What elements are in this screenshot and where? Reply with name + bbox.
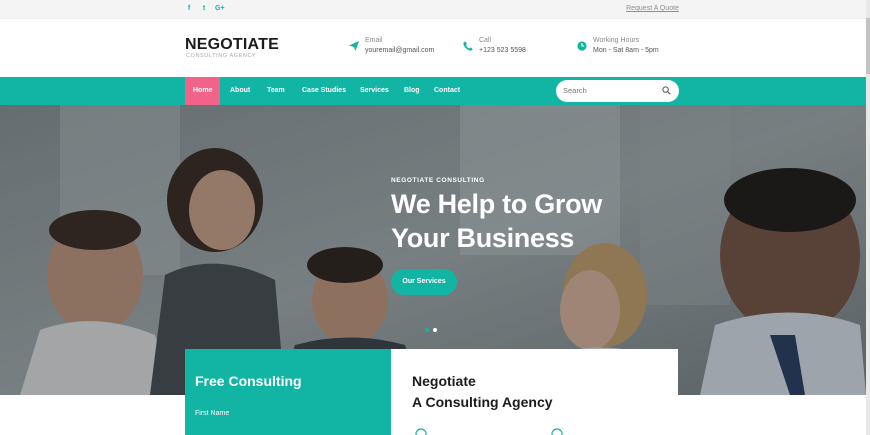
hours-value: Mon - Sat 8am - 5pm [593, 47, 659, 54]
slider-dots [425, 328, 437, 332]
slider-dot-1[interactable] [425, 328, 429, 332]
phone-icon [463, 41, 473, 51]
hero-title-line-2: Your Business [391, 223, 575, 253]
email-label: Email [365, 37, 383, 44]
contact-email: Email youremail@gmail.com [349, 36, 434, 56]
brand-logo[interactable]: NEGOTIATE [185, 36, 279, 54]
vertical-scrollbar[interactable] [866, 0, 870, 435]
hero-title-line-1: We Help to Grow [391, 189, 603, 219]
nav-item-blog[interactable]: Blog [396, 77, 428, 105]
search-input[interactable]: Search [556, 80, 679, 102]
google-plus-icon[interactable]: G+ [215, 4, 225, 13]
request-quote-link[interactable]: Request A Quote [626, 5, 679, 12]
site-header: NEGOTIATE CONSULTING AGENCY Email yourem… [0, 19, 866, 77]
call-value[interactable]: +123 523 5598 [479, 46, 526, 56]
main-nav: Home About Team Case Studies Services Bl… [0, 77, 866, 105]
brand-tagline: CONSULTING AGENCY [186, 53, 257, 59]
top-bar: f t G+ Request A Quote [0, 0, 866, 19]
feature-icon [551, 428, 563, 435]
nav-item-about[interactable]: About [222, 77, 258, 105]
page: f t G+ Request A Quote NEGOTIATE CONSULT… [0, 0, 870, 435]
social-links: f t G+ [185, 4, 225, 13]
contact-call: Call +123 523 5598 [463, 36, 526, 56]
paper-plane-icon [349, 41, 359, 51]
call-label: Call [479, 37, 492, 44]
nav-item-case-studies[interactable]: Case Studies [294, 77, 354, 105]
about-title-line-1: Negotiate [412, 373, 476, 389]
hours-label: Working Hours [593, 37, 640, 44]
contact-hours: Working Hours Mon - Sat 8am - 5pm [577, 36, 659, 56]
search-placeholder: Search [563, 86, 587, 95]
nav-item-services[interactable]: Services [352, 77, 397, 105]
facebook-icon[interactable]: f [185, 4, 193, 13]
about-title-line-2: A Consulting Agency [412, 394, 553, 410]
clock-icon [577, 41, 587, 51]
our-services-button[interactable]: Our Services [391, 269, 457, 295]
feature-icon [415, 428, 427, 435]
nav-item-contact[interactable]: Contact [426, 77, 468, 105]
consulting-title: Free Consulting [195, 373, 302, 389]
scrollbar-thumb[interactable] [866, 18, 870, 74]
first-name-label: First Name [195, 410, 230, 417]
hero-title: We Help to Grow Your Business [391, 187, 602, 255]
twitter-icon[interactable]: t [200, 4, 208, 13]
free-consulting-form: Free Consulting First Name [185, 349, 391, 435]
nav-item-team[interactable]: Team [259, 77, 293, 105]
nav-item-home[interactable]: Home [185, 77, 221, 105]
hero-subtitle: NEGOTIATE CONSULTING [391, 177, 485, 184]
email-value[interactable]: youremail@gmail.com [365, 46, 434, 56]
about-card: Negotiate A Consulting Agency [391, 349, 678, 435]
slider-dot-2[interactable] [433, 328, 437, 332]
search-icon[interactable] [662, 86, 671, 95]
